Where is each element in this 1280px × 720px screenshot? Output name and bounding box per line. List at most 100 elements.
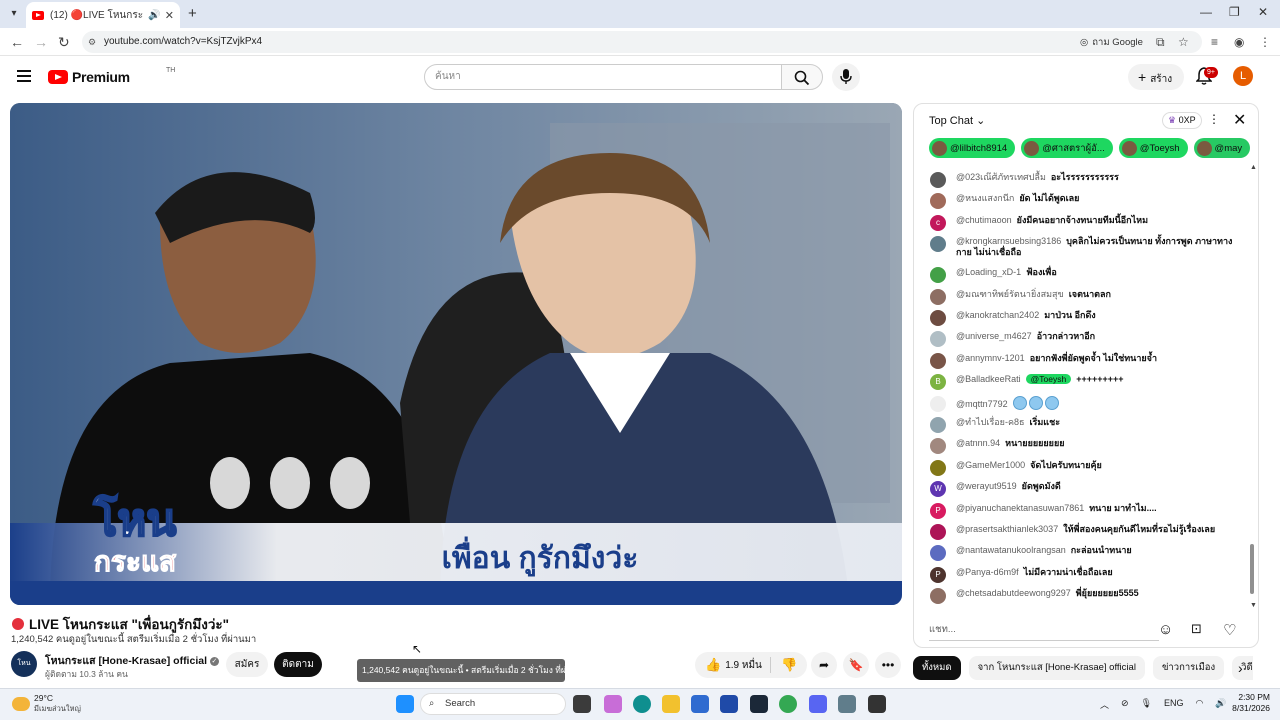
chat-message[interactable]: @annymnv-1201 อยากฟังพี่ยัดพูดจ้ำ ไม่ใช่ท… [930, 352, 1248, 369]
more-actions-button[interactable]: ••• [875, 652, 901, 678]
scroll-up-icon[interactable]: ▲ [1250, 164, 1257, 171]
chat-author[interactable]: @nantawatanukoolrangsan [956, 545, 1066, 555]
chat-message[interactable]: P @piyanuchanektanasuwan7861 ทนาย มาทำไม..… [930, 502, 1248, 519]
pinned-chatter[interactable]: @Toeysh [1118, 138, 1188, 158]
task-view-icon[interactable] [573, 695, 591, 713]
browser-tab[interactable]: (12) 🔴LIVE โหนกระแส "เพื่อน 🔊 ✕ [26, 2, 180, 28]
chat-input[interactable]: แชท... [929, 619, 1159, 641]
chat-scrollbar[interactable] [1250, 544, 1254, 594]
chrome-icon[interactable] [779, 695, 797, 713]
chat-author[interactable]: @mqttn7792 [956, 399, 1008, 409]
start-icon[interactable] [396, 695, 414, 713]
tab-search-icon[interactable]: ▾ [6, 6, 22, 22]
chat-message[interactable]: @chetsadabutdeewong9297 พี่ยุ้ยยยยยย5555 [930, 588, 1248, 605]
chat-message[interactable]: @atnnn.94 หนายยยยยยยย [930, 438, 1248, 455]
chat-author[interactable]: @universe_m4627 [956, 331, 1032, 341]
create-button[interactable]: + สร้าง [1128, 64, 1184, 90]
super-chat-icon[interactable]: ⊡ [1191, 621, 1202, 637]
url-field[interactable]: ⚙ youtube.com/watch?v=KsjTZvjkPx4 [82, 31, 1202, 53]
chat-author[interactable]: @chutimaoon [956, 215, 1012, 225]
taskbar-search[interactable]: ⌕ Search [420, 693, 566, 715]
steam-icon[interactable] [750, 695, 768, 713]
language-indicator[interactable]: ENG [1164, 698, 1184, 711]
copilot-icon[interactable] [604, 695, 622, 713]
chat-author[interactable]: @Loading_xD-1 [956, 267, 1021, 277]
chat-close-icon[interactable]: ✕ [1233, 110, 1246, 130]
forward-icon[interactable]: → [34, 34, 48, 50]
app-icon[interactable] [868, 695, 886, 713]
minimize-icon[interactable]: — [1200, 5, 1212, 19]
chat-message[interactable]: @mqttn7792 [930, 395, 1248, 412]
video-player[interactable]: เพื่อน กูรักมึงว่ะ โหน กระแส [10, 103, 902, 605]
pinned-chatter[interactable]: @lilbitch8914 [929, 138, 1016, 158]
chat-author[interactable]: @Panya-d6m9f [956, 567, 1019, 577]
filter-chip[interactable]: ข่าวการเมือง [1152, 656, 1225, 680]
reload-icon[interactable]: ↻ [58, 34, 70, 51]
chat-message[interactable]: @หนงแสงกนีก ยัด ไม่ได้พูดเลย [930, 193, 1248, 210]
chat-author[interactable]: @krongkarnsuebsing3186 [956, 236, 1061, 246]
chat-message[interactable]: W @werayut9519 ยัดพูดมังดี [930, 481, 1248, 498]
edge-icon[interactable] [633, 695, 651, 713]
chat-message[interactable]: @GameMer1000 จัดไปครับทนายคุ้ย [930, 459, 1248, 476]
chat-message[interactable]: @ทำไปเรื่อย-ค8ธ เริ่มแชะ [930, 417, 1248, 433]
share-button[interactable]: ➦ [811, 652, 837, 678]
voice-search-button[interactable] [832, 63, 860, 91]
ask-google-button[interactable]: ◎ ถาม Google [1080, 35, 1143, 50]
mic-tray-icon[interactable]: 🎙 [1141, 698, 1152, 711]
chat-author[interactable]: @หนงแสงกนีก [956, 193, 1014, 203]
chat-author[interactable]: @BalladkeeRati [956, 374, 1021, 384]
store-icon[interactable] [691, 695, 709, 713]
new-tab-button[interactable]: + [188, 5, 197, 22]
search-input[interactable]: ค้นหา [424, 64, 782, 90]
join-button[interactable]: สมัคร [226, 652, 268, 677]
chat-message[interactable]: @023เณ๊ศ้ภัทรเทศปลื้ม อะไรรรรรรรรรรร [930, 172, 1248, 188]
filter-chip[interactable]: ทั้งหมด [913, 656, 961, 680]
window-close-icon[interactable]: ✕ [1258, 5, 1268, 19]
account-avatar[interactable]: L [1233, 66, 1253, 86]
reading-list-icon[interactable]: ≡ [1211, 35, 1218, 49]
speaker-icon[interactable]: 🔊 [148, 10, 160, 21]
emoji-icon[interactable]: ☺ [1158, 621, 1173, 638]
discord-icon[interactable] [809, 695, 827, 713]
clock[interactable]: 2:30 PM 8/31/2026 [1226, 692, 1270, 714]
chat-message[interactable]: @nantawatanukoolrangsan กะล่อนนำทนาย [930, 545, 1248, 562]
restore-icon[interactable]: ❐ [1229, 5, 1240, 19]
chat-message[interactable]: @Loading_xD-1 ฟ้องเพื่อ [930, 267, 1248, 284]
pinned-chatter[interactable]: @may [1193, 138, 1251, 158]
chat-more-icon[interactable]: ⋮ [1208, 112, 1220, 126]
chat-author[interactable]: @GameMer1000 [956, 460, 1025, 470]
save-button[interactable]: 🔖 [843, 652, 869, 678]
outlook-icon[interactable] [720, 695, 738, 713]
tab-close-icon[interactable]: ✕ [165, 9, 174, 22]
search-button[interactable] [781, 64, 823, 90]
chat-message[interactable]: B @BalladkeeRati @Toeysh +++++++++ [930, 374, 1248, 391]
chat-message[interactable]: @prasertsakthianlek3037 ให้พี่สองคนคุยกัน… [930, 524, 1248, 540]
file-explorer-icon[interactable] [662, 695, 680, 713]
calculator-icon[interactable] [838, 695, 856, 713]
install-app-icon[interactable]: ⧉ [1156, 35, 1165, 50]
chat-message[interactable]: @krongkarnsuebsing3186 บุคลิกไม่ควรเป็นทน… [930, 236, 1248, 258]
chat-mode-dropdown[interactable]: Top Chat ⌄ [929, 114, 985, 127]
site-info-icon[interactable]: ⚙ [88, 36, 100, 48]
heart-icon[interactable]: ♡ [1223, 621, 1236, 639]
chat-message[interactable]: @kanokratchan2402 มาป่วน อีกดึง [930, 310, 1248, 326]
filter-chip[interactable]: จาก โหนกระแส [Hone-Krasae] official [968, 656, 1145, 680]
bookmark-star-icon[interactable]: ☆ [1178, 35, 1189, 49]
youtube-premium-logo[interactable]: Premium TH [48, 67, 175, 85]
menu-icon[interactable] [17, 70, 31, 82]
browser-menu-icon[interactable]: ⋮ [1259, 35, 1271, 49]
chat-author[interactable]: @chetsadabutdeewong9297 [956, 588, 1071, 598]
chat-author[interactable]: @piyanuchanektanasuwan7861 [956, 503, 1084, 513]
pinned-chatter[interactable]: @ศาสตราผู้อั... [1021, 138, 1113, 158]
scroll-down-icon[interactable]: ▼ [1250, 602, 1257, 609]
chat-author[interactable]: @werayut9519 [956, 481, 1017, 491]
dislike-button[interactable]: 👎 [771, 657, 797, 673]
chat-author[interactable]: @prasertsakthianlek3037 [956, 524, 1058, 534]
weather-widget[interactable]: 29°C มีเมฆส่วนใหญ่ [12, 693, 81, 715]
chat-message[interactable]: @มณฑาทิพย์รัตนายิ่งสมสุข เจตนาตลก [930, 288, 1248, 305]
like-button[interactable]: 👍 1.9 หมื่น [695, 657, 771, 673]
chat-author[interactable]: @annymnv-1201 [956, 353, 1025, 363]
chat-author[interactable]: @kanokratchan2402 [956, 310, 1039, 320]
chat-message[interactable]: P @Panya-d6m9f ไม่มีความน่าเชื่อถือเลย [930, 566, 1248, 583]
chat-author[interactable]: @ทำไปเรื่อย-ค8ธ [956, 417, 1024, 427]
